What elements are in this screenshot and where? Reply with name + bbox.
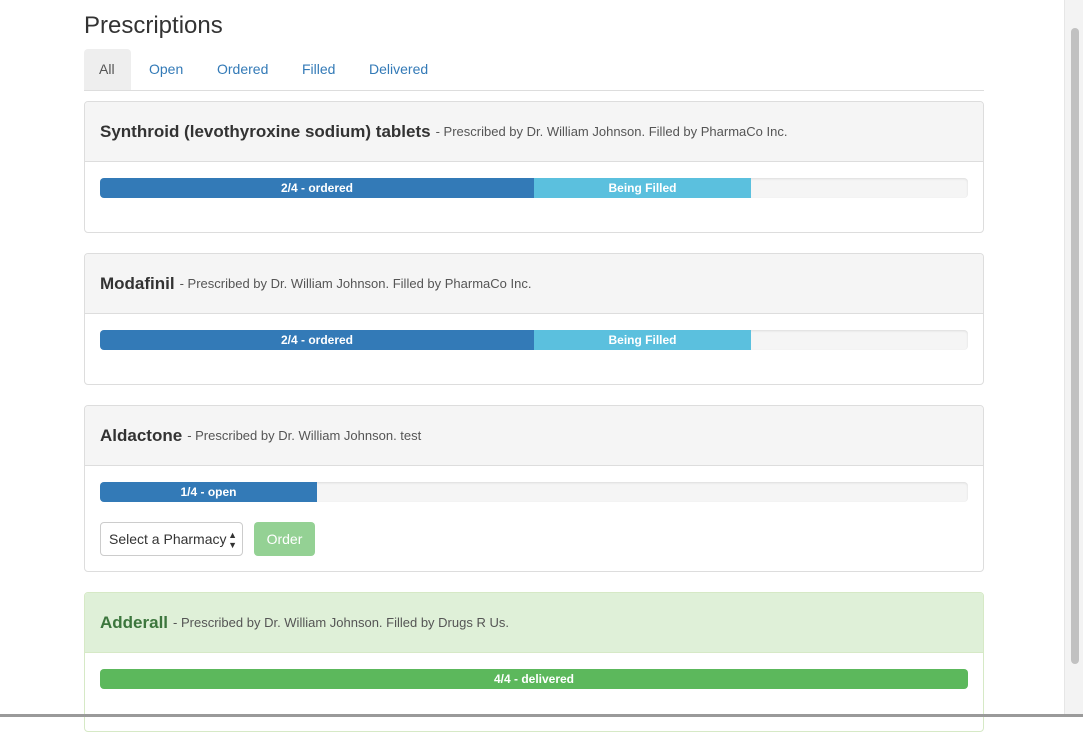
order-button[interactable]: Order <box>254 522 315 556</box>
progress-segment-info: Being Filled <box>534 178 751 198</box>
tab-all[interactable]: All <box>84 49 131 90</box>
prescription-details: - Prescribed by Dr. William Johnson. tes… <box>187 428 422 443</box>
prescription-name: Modafinil <box>100 273 175 293</box>
scrollbar-thumb[interactable] <box>1071 28 1079 664</box>
tab-open[interactable]: Open <box>134 49 198 90</box>
prescription-panel-adderall: Adderall - Prescribed by Dr. William Joh… <box>84 592 984 732</box>
tab-ordered[interactable]: Ordered <box>202 49 283 90</box>
progress-segment-info: Being Filled <box>534 330 751 350</box>
panel-heading: Adderall - Prescribed by Dr. William Joh… <box>85 593 983 653</box>
prescription-details: - Prescribed by Dr. William Johnson. Fil… <box>173 615 509 630</box>
prescription-details: - Prescribed by Dr. William Johnson. Fil… <box>179 276 532 291</box>
select-arrows-icon: ▲ ▼ <box>228 530 237 550</box>
progress-segment-primary: 2/4 - ordered <box>100 178 534 198</box>
progress-bar: 1/4 - open <box>100 482 968 502</box>
tab-filled[interactable]: Filled <box>287 49 350 90</box>
panel-heading: Aldactone - Prescribed by Dr. William Jo… <box>85 406 983 466</box>
page-title: Prescriptions <box>84 12 223 39</box>
panel-heading: Modafinil - Prescribed by Dr. William Jo… <box>85 254 983 314</box>
panel-heading: Synthroid (levothyroxine sodium) tablets… <box>85 102 983 162</box>
status-tabs: All Open Ordered Filled Delivered <box>84 49 984 91</box>
prescription-details: - Prescribed by Dr. William Johnson. Fil… <box>435 124 788 139</box>
progress-bar: 2/4 - ordered Being Filled <box>100 330 968 350</box>
pharmacy-select[interactable]: Select a Pharmacy ▲ ▼ <box>100 522 243 556</box>
prescription-name: Aldactone <box>100 425 183 445</box>
prescription-panel-synthroid: Synthroid (levothyroxine sodium) tablets… <box>84 101 984 233</box>
progress-segment-success: 4/4 - delivered <box>100 669 968 689</box>
prescription-name: Synthroid (levothyroxine sodium) tablets <box>100 121 431 141</box>
prescription-panel-modafinil: Modafinil - Prescribed by Dr. William Jo… <box>84 253 984 385</box>
prescription-panel-aldactone: Aldactone - Prescribed by Dr. William Jo… <box>84 405 984 572</box>
progress-bar: 2/4 - ordered Being Filled <box>100 178 968 198</box>
progress-segment-primary: 1/4 - open <box>100 482 317 502</box>
progress-segment-primary: 2/4 - ordered <box>100 330 534 350</box>
prescription-name: Adderall <box>100 612 169 632</box>
tab-delivered[interactable]: Delivered <box>354 49 443 90</box>
progress-bar: 4/4 - delivered <box>100 669 968 689</box>
pharmacy-select-value: Select a Pharmacy <box>109 531 227 547</box>
